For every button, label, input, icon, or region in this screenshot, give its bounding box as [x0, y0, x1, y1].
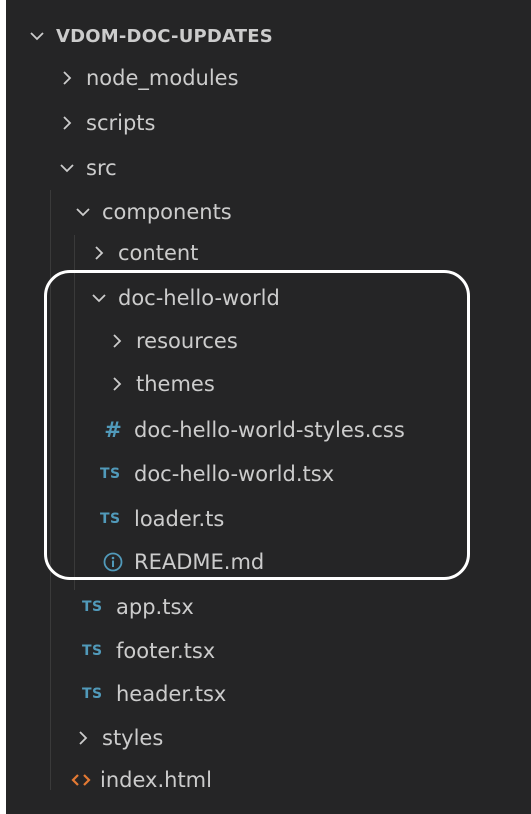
tree-item-resources[interactable]: resources	[106, 319, 238, 363]
typescript-file-icon: TS	[100, 466, 121, 482]
chevron-down-icon	[72, 201, 94, 223]
chevron-right-icon	[88, 242, 110, 264]
chevron-right-icon	[72, 727, 94, 749]
tree-item-css-file[interactable]: # doc-hello-world-styles.css	[100, 408, 405, 452]
tree-item-themes[interactable]: themes	[106, 362, 215, 406]
info-icon	[100, 552, 126, 572]
indent-guide	[74, 235, 75, 590]
chevron-down-icon	[56, 157, 78, 179]
chevron-right-icon	[56, 112, 78, 134]
tree-item-label: doc-hello-world-styles.css	[134, 418, 405, 442]
chevron-down-icon	[26, 25, 48, 47]
tree-item-header-tsx[interactable]: TS header.tsx	[82, 672, 226, 716]
tree-item-content[interactable]: content	[88, 231, 198, 275]
tree-item-loader-ts[interactable]: TS loader.ts	[100, 497, 224, 541]
tree-item-readme[interactable]: README.md	[100, 540, 264, 584]
tree-item-label: src	[86, 156, 117, 180]
chevron-right-icon	[56, 67, 78, 89]
root-folder-label: VDOM-DOC-UPDATES	[56, 25, 273, 47]
chevron-right-icon	[106, 373, 128, 395]
tree-item-label: README.md	[134, 550, 265, 574]
tree-item-label: header.tsx	[116, 682, 227, 706]
tree-item-doc-hello-world-tsx[interactable]: TS doc-hello-world.tsx	[100, 452, 334, 496]
tree-item-label: loader.ts	[134, 507, 225, 531]
indent-guide	[50, 190, 51, 790]
explorer-root-folder[interactable]: VDOM-DOC-UPDATES	[26, 14, 273, 58]
tree-item-components[interactable]: components	[72, 190, 232, 234]
tree-item-node-modules[interactable]: node_modules	[56, 56, 239, 100]
tree-item-label: node_modules	[86, 66, 239, 90]
typescript-file-icon: TS	[82, 643, 103, 659]
html-file-icon	[68, 772, 94, 788]
tree-item-label: content	[118, 241, 199, 265]
chevron-down-icon	[88, 287, 110, 309]
tree-item-index-html[interactable]: index.html	[68, 758, 212, 802]
tree-item-label: doc-hello-world.tsx	[134, 462, 335, 486]
tree-item-label: footer.tsx	[116, 639, 216, 663]
file-explorer: VDOM-DOC-UPDATES node_modules scripts sr…	[0, 0, 531, 814]
tree-item-label: resources	[136, 329, 238, 353]
tree-item-doc-hello-world[interactable]: doc-hello-world	[88, 276, 280, 320]
explorer-panel: VDOM-DOC-UPDATES node_modules scripts sr…	[6, 0, 531, 814]
tree-item-styles[interactable]: styles	[72, 716, 163, 760]
typescript-file-icon: TS	[82, 686, 103, 702]
tree-item-label: index.html	[100, 768, 212, 792]
css-file-icon: #	[104, 418, 122, 442]
tree-item-label: styles	[102, 726, 164, 750]
tree-item-footer-tsx[interactable]: TS footer.tsx	[82, 629, 215, 673]
tree-item-label: components	[102, 200, 232, 224]
chevron-right-icon	[106, 330, 128, 352]
tree-item-label: themes	[136, 372, 215, 396]
tree-item-label: doc-hello-world	[118, 286, 280, 310]
tree-item-src[interactable]: src	[56, 146, 117, 190]
tree-item-app-tsx[interactable]: TS app.tsx	[82, 585, 194, 629]
typescript-file-icon: TS	[100, 511, 121, 527]
tree-item-label: app.tsx	[116, 595, 194, 619]
typescript-file-icon: TS	[82, 599, 103, 615]
tree-item-label: scripts	[86, 111, 156, 135]
tree-item-scripts[interactable]: scripts	[56, 101, 155, 145]
